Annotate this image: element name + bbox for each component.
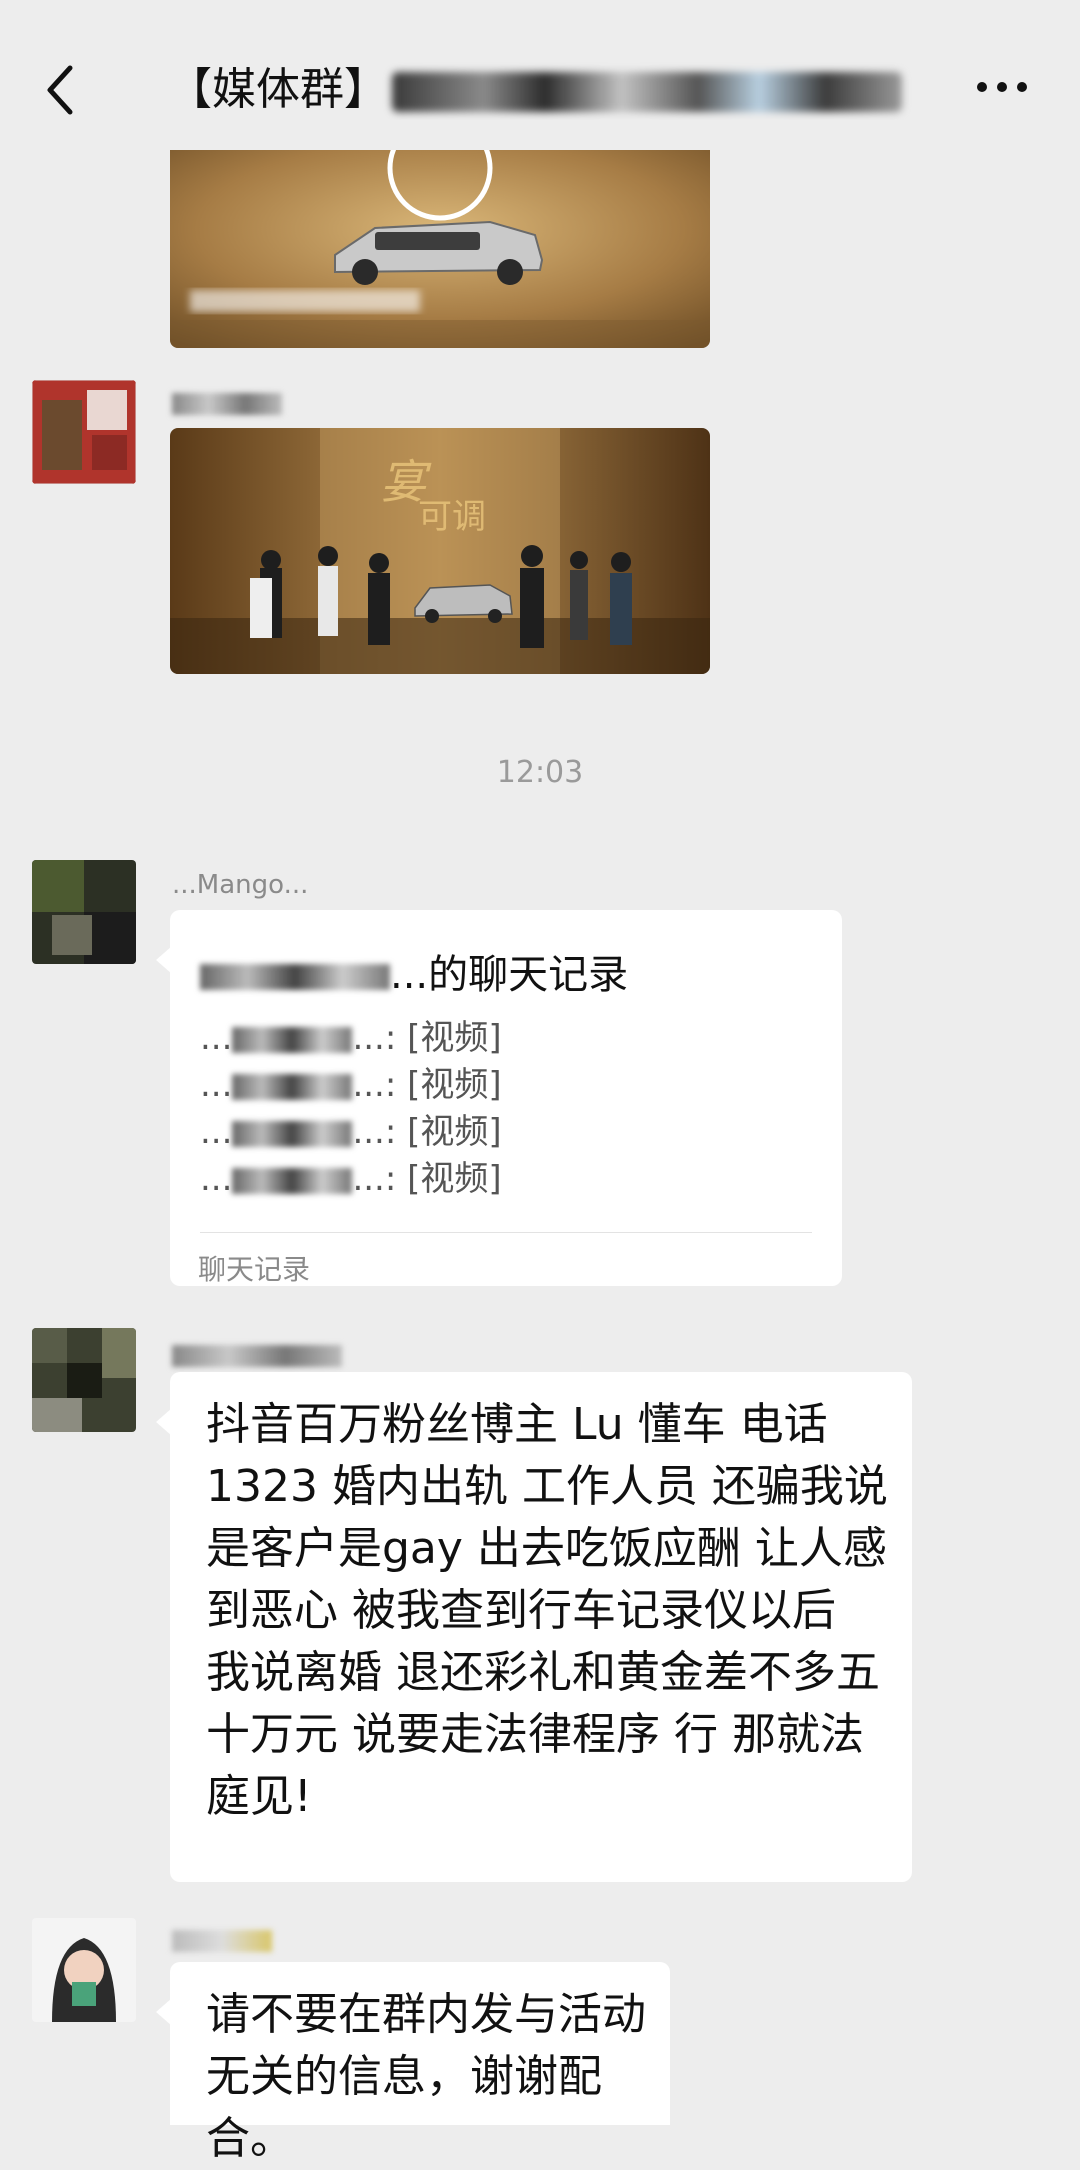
chat-title-text: 【媒体群】	[168, 64, 388, 115]
avatar[interactable]	[32, 1328, 136, 1432]
chat-record-line: ......: [视频]	[200, 1112, 502, 1152]
redacted-name	[232, 1073, 353, 1100]
chat-record-title: ...的聊天记录	[200, 942, 628, 1000]
message-bubble[interactable]: 抖音百万粉丝博主 Lu 懂车 电话 1323 婚内出轨 工作人员 还骗我说是客户…	[156, 1372, 912, 1882]
chevron-left-icon[interactable]	[40, 60, 80, 120]
bubble-tail	[156, 1408, 172, 1436]
redacted-name	[232, 1167, 353, 1194]
more-dots-icon[interactable]	[972, 72, 1032, 102]
video-thumbnail	[170, 150, 710, 348]
redacted-name	[172, 1929, 272, 1952]
sender-name	[172, 1925, 272, 1955]
sender-name	[172, 388, 282, 418]
avatar[interactable]	[32, 380, 136, 484]
chat-record-card[interactable]: ...的聊天记录 ......: [视频] ......: [视频] .....…	[156, 910, 842, 1286]
avatar[interactable]	[32, 860, 136, 964]
chat-title[interactable]: 【媒体群】	[168, 60, 918, 120]
redacted-title	[392, 72, 902, 112]
redacted-name	[200, 964, 390, 990]
avatar[interactable]	[32, 1918, 136, 2022]
chat-record-title-text: ...的聊天记录	[390, 952, 629, 998]
message-bubble[interactable]: 请不要在群内发与活动无关的信息，谢谢配合。	[156, 1962, 670, 2164]
redacted-name	[172, 1344, 342, 1367]
chat-record-line: ......: [视频]	[200, 1159, 502, 1199]
avatar-image	[32, 380, 136, 484]
message-text: 请不要在群内发与活动无关的信息，谢谢配合。	[206, 1989, 646, 2164]
bubble-tail	[156, 946, 172, 974]
bubble-tail	[156, 1998, 172, 2026]
chat-record-line: ......: [视频]	[200, 1018, 502, 1058]
video-message-car[interactable]	[170, 150, 710, 348]
svg-text:可调: 可调	[418, 497, 486, 537]
redacted-name	[232, 1026, 353, 1053]
chat-record-line: ......: [视频]	[200, 1065, 502, 1105]
sender-name-text: ...Mango...	[172, 870, 309, 900]
video-message-group[interactable]: 宴 可调	[170, 428, 710, 674]
avatar-image	[32, 1918, 136, 2022]
redacted-name	[232, 1120, 353, 1147]
avatar-image	[32, 860, 136, 964]
message-text: 抖音百万粉丝博主 Lu 懂车 电话 1323 婚内出轨 工作人员 还骗我说是客户…	[206, 1399, 888, 1822]
chat-record-footer: 聊天记录	[198, 1253, 311, 1286]
redacted-name	[172, 392, 282, 415]
video-thumbnail: 宴 可调	[170, 428, 710, 674]
avatar-image	[32, 1328, 136, 1432]
divider	[200, 1232, 812, 1233]
sender-name	[172, 1340, 342, 1370]
sender-name: ...Mango...	[172, 870, 308, 900]
timestamp: 12:03	[496, 755, 584, 790]
